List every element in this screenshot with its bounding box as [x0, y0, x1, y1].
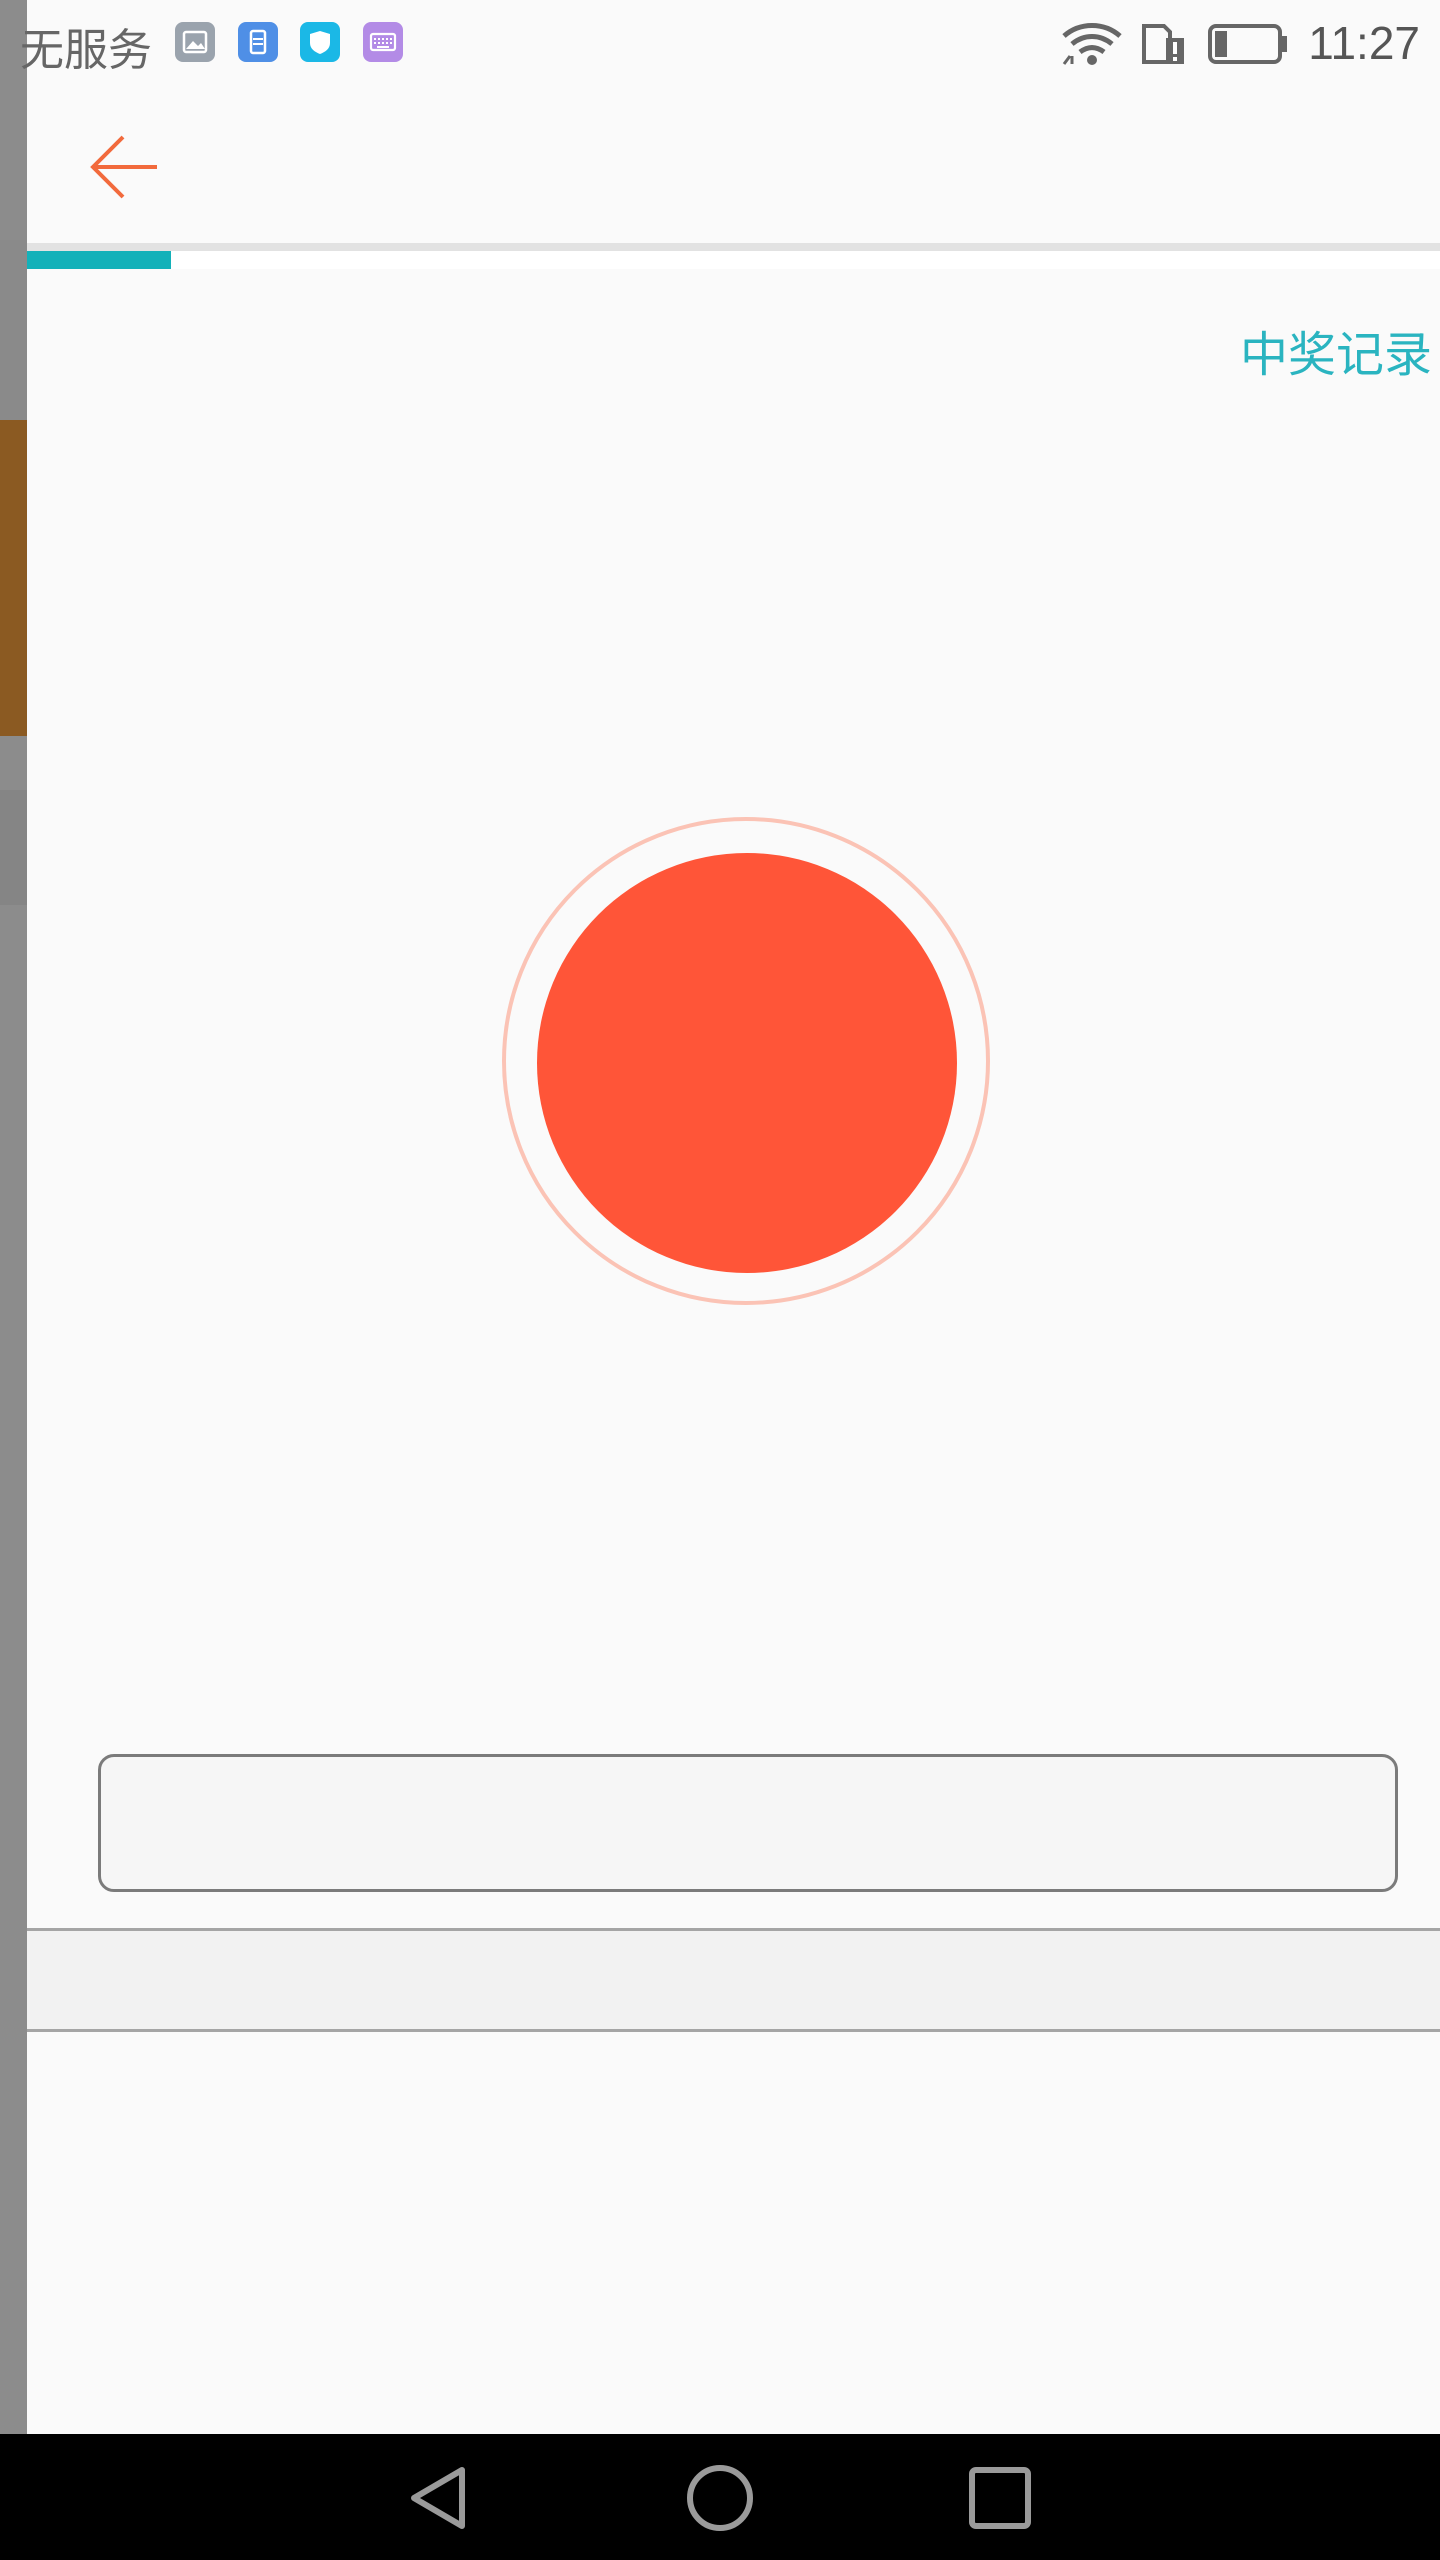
- system-nav-bar: [0, 2434, 1440, 2560]
- nav-back-button[interactable]: [404, 2462, 476, 2534]
- nav-recents-button[interactable]: [964, 2462, 1036, 2534]
- edge-segment: [0, 240, 27, 420]
- nav-home-icon: [687, 2465, 753, 2531]
- prize-records-link[interactable]: 中奖记录: [1240, 315, 1432, 385]
- back-button[interactable]: [87, 127, 167, 207]
- nav-back-icon: [411, 2467, 465, 2529]
- text-input[interactable]: [98, 1754, 1398, 1892]
- edge-segment: [0, 790, 27, 905]
- status-bar: 无服务 11:27: [0, 0, 1440, 82]
- keyboard-icon: [363, 22, 403, 62]
- edge-segment-accent: [0, 420, 27, 736]
- bottom-bar: [27, 1928, 1440, 2032]
- wifi-icon: [1060, 20, 1124, 72]
- nav-home-button[interactable]: [684, 2462, 756, 2534]
- toolbar-divider: [27, 243, 1440, 251]
- clock: 11:27: [1308, 17, 1420, 69]
- gallery-icon: [175, 22, 215, 62]
- nav-recents-icon: [969, 2467, 1031, 2529]
- underlying-app-edge: [0, 0, 27, 2434]
- record-button[interactable]: [537, 853, 957, 1273]
- carrier-label: 无服务: [20, 25, 152, 76]
- file-manager-icon: [238, 22, 278, 62]
- arrow-left-icon: [90, 135, 157, 199]
- progress-fill: [27, 251, 172, 269]
- progress-bar: [27, 251, 1440, 269]
- toolbar: [27, 82, 1440, 244]
- battery-icon: [1208, 24, 1288, 68]
- sim-alert-icon: [1140, 20, 1188, 72]
- shield-icon: [300, 22, 340, 62]
